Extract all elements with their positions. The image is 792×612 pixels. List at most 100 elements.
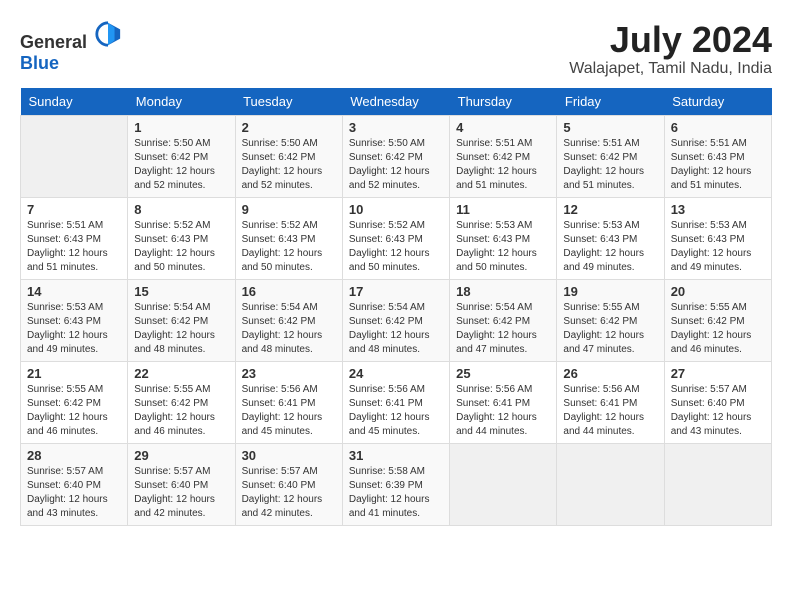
day-info: Sunrise: 5:53 AM Sunset: 6:43 PM Dayligh… <box>456 219 550 275</box>
day-info: Sunrise: 5:54 AM Sunset: 6:42 PM Dayligh… <box>134 301 228 357</box>
day-header-saturday: Saturday <box>664 88 771 116</box>
day-number: 4 <box>456 120 550 135</box>
calendar-week-4: 21 Sunrise: 5:55 AM Sunset: 6:42 PM Dayli… <box>21 361 772 443</box>
calendar-week-1: 1 Sunrise: 5:50 AM Sunset: 6:42 PM Daylig… <box>21 115 772 197</box>
day-info: Sunrise: 5:50 AM Sunset: 6:42 PM Dayligh… <box>134 137 228 193</box>
logo-blue: Blue <box>20 53 59 73</box>
calendar-cell: 26 Sunrise: 5:56 AM Sunset: 6:41 PM Dayli… <box>557 361 664 443</box>
calendar-cell: 30 Sunrise: 5:57 AM Sunset: 6:40 PM Dayli… <box>235 443 342 525</box>
calendar-cell: 24Sunrise: 5:56 AM Sunset: 6:41 PM Dayli… <box>342 361 449 443</box>
calendar-cell: 19Sunrise: 5:55 AM Sunset: 6:42 PM Dayli… <box>557 279 664 361</box>
day-number: 31 <box>349 448 443 463</box>
day-number: 23 <box>242 366 336 381</box>
day-info: Sunrise: 5:56 AM Sunset: 6:41 PM Dayligh… <box>242 383 336 439</box>
logo-general: General <box>20 32 87 52</box>
calendar-cell: 25Sunrise: 5:56 AM Sunset: 6:41 PM Dayli… <box>450 361 557 443</box>
calendar-cell <box>557 443 664 525</box>
day-number: 9 <box>242 202 336 217</box>
day-number: 15 <box>134 284 228 299</box>
day-info: Sunrise: 5:57 AM Sunset: 6:40 PM Dayligh… <box>242 465 336 521</box>
calendar-cell: 1 Sunrise: 5:50 AM Sunset: 6:42 PM Daylig… <box>128 115 235 197</box>
day-number: 3 <box>349 120 443 135</box>
day-info: Sunrise: 5:50 AM Sunset: 6:42 PM Dayligh… <box>349 137 443 193</box>
day-info: Sunrise: 5:57 AM Sunset: 6:40 PM Dayligh… <box>671 383 765 439</box>
calendar-cell <box>450 443 557 525</box>
day-number: 25 <box>456 366 550 381</box>
page-header: General Blue July 2024 Walajapet, Tamil … <box>20 20 772 78</box>
calendar-week-2: 7 Sunrise: 5:51 AM Sunset: 6:43 PM Daylig… <box>21 197 772 279</box>
calendar-header: SundayMondayTuesdayWednesdayThursdayFrid… <box>21 88 772 116</box>
day-number: 20 <box>671 284 765 299</box>
day-info: Sunrise: 5:51 AM Sunset: 6:42 PM Dayligh… <box>563 137 657 193</box>
day-number: 1 <box>134 120 228 135</box>
day-number: 14 <box>27 284 121 299</box>
day-number: 22 <box>134 366 228 381</box>
day-info: Sunrise: 5:51 AM Sunset: 6:43 PM Dayligh… <box>27 219 121 275</box>
calendar-cell: 3 Sunrise: 5:50 AM Sunset: 6:42 PM Daylig… <box>342 115 449 197</box>
calendar-cell: 11Sunrise: 5:53 AM Sunset: 6:43 PM Dayli… <box>450 197 557 279</box>
day-number: 29 <box>134 448 228 463</box>
calendar-table: SundayMondayTuesdayWednesdayThursdayFrid… <box>20 88 772 526</box>
day-info: Sunrise: 5:57 AM Sunset: 6:40 PM Dayligh… <box>134 465 228 521</box>
calendar-cell: 10 Sunrise: 5:52 AM Sunset: 6:43 PM Dayli… <box>342 197 449 279</box>
day-number: 10 <box>349 202 443 217</box>
logo-icon <box>94 20 122 48</box>
day-info: Sunrise: 5:53 AM Sunset: 6:43 PM Dayligh… <box>563 219 657 275</box>
day-info: Sunrise: 5:52 AM Sunset: 6:43 PM Dayligh… <box>134 219 228 275</box>
day-header-friday: Friday <box>557 88 664 116</box>
day-info: Sunrise: 5:51 AM Sunset: 6:42 PM Dayligh… <box>456 137 550 193</box>
day-number: 5 <box>563 120 657 135</box>
calendar-cell: 28 Sunrise: 5:57 AM Sunset: 6:40 PM Dayli… <box>21 443 128 525</box>
day-number: 7 <box>27 202 121 217</box>
calendar-week-5: 28 Sunrise: 5:57 AM Sunset: 6:40 PM Dayli… <box>21 443 772 525</box>
title-section: July 2024 Walajapet, Tamil Nadu, India <box>569 20 772 78</box>
day-number: 19 <box>563 284 657 299</box>
day-info: Sunrise: 5:56 AM Sunset: 6:41 PM Dayligh… <box>349 383 443 439</box>
day-header-monday: Monday <box>128 88 235 116</box>
logo: General Blue <box>20 20 122 74</box>
day-info: Sunrise: 5:57 AM Sunset: 6:40 PM Dayligh… <box>27 465 121 521</box>
day-info: Sunrise: 5:52 AM Sunset: 6:43 PM Dayligh… <box>349 219 443 275</box>
day-number: 21 <box>27 366 121 381</box>
calendar-cell: 13Sunrise: 5:53 AM Sunset: 6:43 PM Dayli… <box>664 197 771 279</box>
day-number: 18 <box>456 284 550 299</box>
day-info: Sunrise: 5:58 AM Sunset: 6:39 PM Dayligh… <box>349 465 443 521</box>
calendar-cell <box>664 443 771 525</box>
logo-text: General Blue <box>20 20 122 74</box>
day-info: Sunrise: 5:55 AM Sunset: 6:42 PM Dayligh… <box>671 301 765 357</box>
calendar-week-3: 14 Sunrise: 5:53 AM Sunset: 6:43 PM Dayli… <box>21 279 772 361</box>
day-info: Sunrise: 5:54 AM Sunset: 6:42 PM Dayligh… <box>349 301 443 357</box>
calendar-cell: 18 Sunrise: 5:54 AM Sunset: 6:42 PM Dayli… <box>450 279 557 361</box>
day-number: 17 <box>349 284 443 299</box>
day-info: Sunrise: 5:51 AM Sunset: 6:43 PM Dayligh… <box>671 137 765 193</box>
location-text: Walajapet, Tamil Nadu, India <box>569 60 772 78</box>
day-number: 26 <box>563 366 657 381</box>
day-number: 27 <box>671 366 765 381</box>
calendar-cell: 9 Sunrise: 5:52 AM Sunset: 6:43 PM Daylig… <box>235 197 342 279</box>
calendar-cell: 4 Sunrise: 5:51 AM Sunset: 6:42 PM Daylig… <box>450 115 557 197</box>
calendar-cell: 22Sunrise: 5:55 AM Sunset: 6:42 PM Dayli… <box>128 361 235 443</box>
day-number: 12 <box>563 202 657 217</box>
day-number: 30 <box>242 448 336 463</box>
day-info: Sunrise: 5:53 AM Sunset: 6:43 PM Dayligh… <box>27 301 121 357</box>
day-number: 28 <box>27 448 121 463</box>
calendar-cell: 20 Sunrise: 5:55 AM Sunset: 6:42 PM Dayli… <box>664 279 771 361</box>
day-info: Sunrise: 5:54 AM Sunset: 6:42 PM Dayligh… <box>242 301 336 357</box>
calendar-cell: 14 Sunrise: 5:53 AM Sunset: 6:43 PM Dayli… <box>21 279 128 361</box>
day-header-wednesday: Wednesday <box>342 88 449 116</box>
day-info: Sunrise: 5:50 AM Sunset: 6:42 PM Dayligh… <box>242 137 336 193</box>
calendar-cell: 5 Sunrise: 5:51 AM Sunset: 6:42 PM Daylig… <box>557 115 664 197</box>
day-info: Sunrise: 5:55 AM Sunset: 6:42 PM Dayligh… <box>27 383 121 439</box>
day-number: 2 <box>242 120 336 135</box>
day-header-thursday: Thursday <box>450 88 557 116</box>
calendar-cell: 17 Sunrise: 5:54 AM Sunset: 6:42 PM Dayli… <box>342 279 449 361</box>
calendar-cell: 6Sunrise: 5:51 AM Sunset: 6:43 PM Daylig… <box>664 115 771 197</box>
day-header-sunday: Sunday <box>21 88 128 116</box>
day-info: Sunrise: 5:54 AM Sunset: 6:42 PM Dayligh… <box>456 301 550 357</box>
day-info: Sunrise: 5:52 AM Sunset: 6:43 PM Dayligh… <box>242 219 336 275</box>
calendar-cell: 2 Sunrise: 5:50 AM Sunset: 6:42 PM Daylig… <box>235 115 342 197</box>
day-header-tuesday: Tuesday <box>235 88 342 116</box>
calendar-cell: 12 Sunrise: 5:53 AM Sunset: 6:43 PM Dayli… <box>557 197 664 279</box>
day-number: 16 <box>242 284 336 299</box>
day-info: Sunrise: 5:56 AM Sunset: 6:41 PM Dayligh… <box>563 383 657 439</box>
